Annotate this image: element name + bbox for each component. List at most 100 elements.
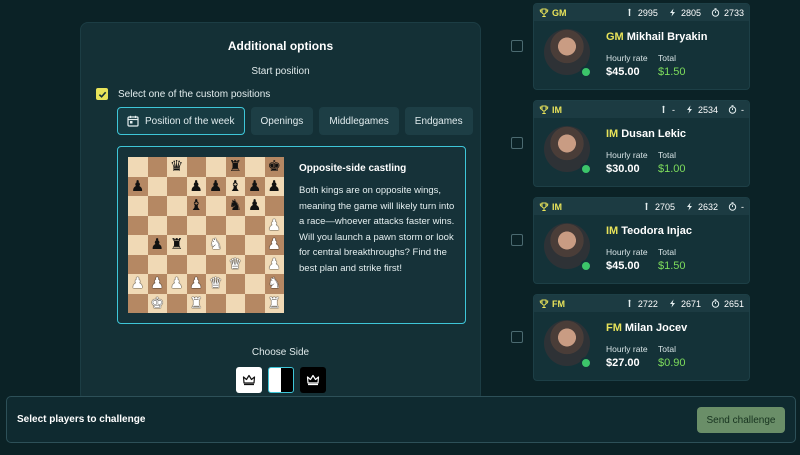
rating-value: 2995 — [637, 7, 658, 18]
player-title: IM — [552, 201, 562, 212]
hourly-rate-value: $45.00 — [606, 260, 640, 272]
board-square: ♛ — [167, 157, 187, 177]
tab-middlegames[interactable]: Middlegames — [319, 107, 399, 135]
side-black-button[interactable] — [300, 367, 326, 393]
send-challenge-button[interactable]: Send challenge — [697, 407, 785, 433]
white-pawn-icon: ♟ — [170, 274, 184, 293]
side-random-button[interactable] — [268, 367, 294, 393]
board-square: ♟ — [245, 196, 265, 216]
total-label: Total — [658, 344, 676, 354]
position-card[interactable]: ♛ ♜ ♚ ♟ ♟ ♟ ♝ ♟ ♟ ♝ ♞ ♟ ♟ ♟ ♜ ♞ ♟ ♛ ♟ ♟ ♟ ♟ ♟ ♛ ♞ ♚ ♜ ♜ Opposite-si… — [117, 146, 466, 324]
ratings: 2995 2805 2733 — [625, 8, 744, 18]
board-square: ♟ — [245, 176, 265, 196]
stopwatch-icon — [711, 299, 720, 308]
board-square — [128, 215, 148, 235]
player-card[interactable]: FM 2722 2671 2651 FM Milan Jocev Hourly rate To… — [533, 294, 750, 381]
crown-icon — [306, 374, 320, 386]
lightning-icon — [669, 8, 675, 17]
player-card-body: IM Teodora Injac Hourly rate Total $45.00 $1.… — [534, 215, 749, 283]
board-square — [167, 254, 187, 274]
white-pawn-icon: ♟ — [267, 235, 281, 254]
board-square — [206, 157, 226, 177]
board-square — [245, 157, 265, 177]
select-player-checkbox[interactable] — [511, 40, 523, 52]
board-square: ♟ — [128, 176, 148, 196]
player-card-header: GM 2995 2805 2733 — [534, 4, 749, 21]
board-square — [186, 157, 206, 177]
white-pawn-icon: ♟ — [150, 274, 164, 293]
black-king-icon: ♚ — [267, 157, 281, 176]
black-pawn-icon: ♟ — [267, 176, 281, 195]
board-square: ♟ — [167, 274, 187, 294]
white-pawn-icon: ♟ — [267, 215, 281, 234]
board-square — [245, 254, 265, 274]
trophy-icon — [539, 8, 549, 17]
board-square — [167, 215, 187, 235]
player-name-title: GM — [606, 31, 624, 43]
white-queen-icon: ♛ — [209, 274, 223, 293]
player-name-title: IM — [606, 128, 619, 140]
rapid-rating: 2651 — [711, 299, 744, 309]
black-rook-icon: ♜ — [170, 235, 184, 254]
black-pawn-icon: ♟ — [248, 176, 262, 195]
board-square — [167, 196, 187, 216]
custom-positions-row[interactable]: Select one of the custom positions — [96, 87, 270, 101]
player-name-text: Milan Jocev — [624, 322, 688, 334]
white-pawn-icon: ♟ — [267, 254, 281, 273]
total-value: $0.90 — [658, 357, 686, 369]
classical-pawn-icon — [628, 8, 631, 16]
tab-label: Middlegames — [329, 115, 389, 127]
board-square: ♟ — [264, 215, 284, 235]
board-square — [206, 254, 226, 274]
select-player-checkbox[interactable] — [511, 234, 523, 246]
chess-board: ♛ ♜ ♚ ♟ ♟ ♟ ♝ ♟ ♟ ♝ ♞ ♟ ♟ ♟ ♜ ♞ ♟ ♛ ♟ ♟ ♟ ♟ ♟ ♛ ♞ ♚ ♜ ♜ — [128, 157, 284, 313]
custom-positions-checkbox[interactable] — [96, 88, 108, 100]
board-square — [206, 293, 226, 313]
blitz-rating: 2805 — [668, 8, 701, 18]
player-name-text: Mikhail Bryakin — [626, 31, 708, 43]
player-card[interactable]: GM 2995 2805 2733 GM Mikhail Bryakin Hourly ra… — [533, 3, 750, 90]
hourly-rate-label: Hourly rate — [606, 344, 648, 354]
board-square — [128, 293, 148, 313]
board-square — [147, 196, 167, 216]
total-value: $1.50 — [658, 260, 686, 272]
board-square: ♟ — [128, 274, 148, 294]
player-name-title: IM — [606, 225, 619, 237]
player-card-header: IM - 2534 - — [534, 101, 749, 118]
board-square — [264, 196, 284, 216]
board-square: ♟ — [264, 176, 284, 196]
stopwatch-icon — [728, 202, 737, 211]
side-white-button[interactable] — [236, 367, 262, 393]
rating-value: - — [741, 104, 744, 115]
board-square — [128, 254, 148, 274]
rating-value: 2534 — [697, 104, 718, 115]
board-square — [147, 176, 167, 196]
select-player-checkbox[interactable] — [511, 137, 523, 149]
stopwatch-icon — [711, 8, 720, 17]
player-card-header: FM 2722 2671 2651 — [534, 295, 749, 312]
hourly-rate-value: $27.00 — [606, 357, 640, 369]
white-king-icon: ♚ — [150, 293, 164, 312]
select-player-checkbox[interactable] — [511, 331, 523, 343]
black-pawn-icon: ♟ — [150, 235, 164, 254]
tab-endgames[interactable]: Endgames — [404, 107, 473, 135]
player-card[interactable]: IM 2705 2632- IM Teodora Injac Hourly rate Tot… — [533, 197, 750, 284]
tab-position-of-the-week[interactable]: Position of the week — [117, 107, 245, 135]
blitz-rating: 2671 — [668, 299, 701, 309]
hourly-rate-label: Hourly rate — [606, 53, 648, 63]
board-square — [225, 235, 245, 255]
ratings: 2722 2671 2651 — [625, 299, 744, 309]
board-square — [128, 157, 148, 177]
board-square: ♝ — [186, 196, 206, 216]
board-square: ♜ — [167, 235, 187, 255]
tab-openings[interactable]: Openings — [250, 107, 314, 135]
lightning-icon — [686, 202, 692, 211]
board-square — [147, 215, 167, 235]
player-card[interactable]: IM -2534- IM Dusan Lekic Hourly rate Total $30… — [533, 100, 750, 187]
title-badge: IM — [539, 105, 562, 115]
black-pawn-icon: ♟ — [209, 176, 223, 195]
black-rook-icon: ♜ — [228, 157, 242, 176]
player-card-body: IM Dusan Lekic Hourly rate Total $30.00 $1.00 — [534, 118, 749, 186]
black-bishop-icon: ♝ — [189, 196, 203, 215]
white-rook-icon: ♜ — [189, 293, 203, 312]
